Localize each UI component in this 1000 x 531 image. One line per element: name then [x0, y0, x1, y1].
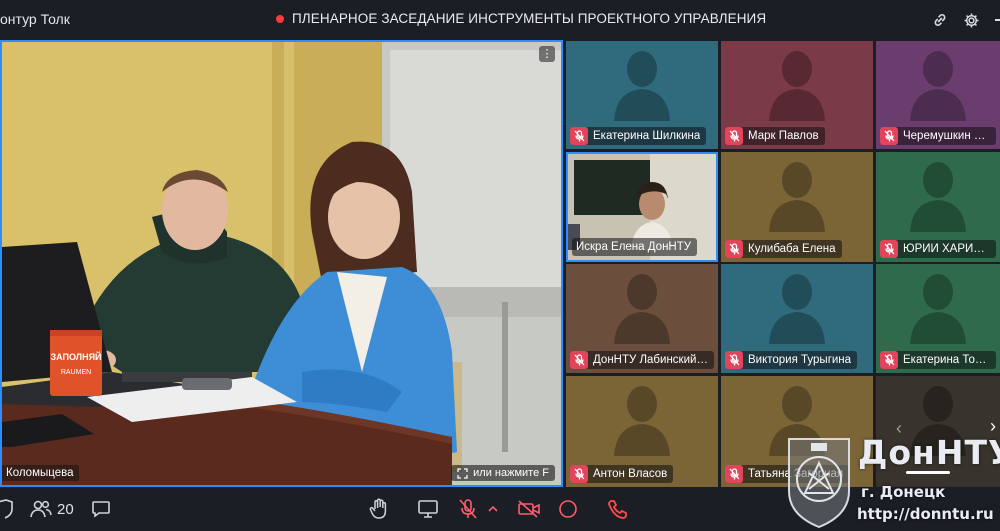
avatar-placeholder-icon [769, 274, 825, 344]
watermark-city: г. Донецк [861, 483, 946, 501]
participant-tile[interactable]: Черемушкин Егор [876, 41, 1000, 149]
microphone-off-icon [725, 127, 743, 145]
avatar-placeholder-icon [614, 386, 670, 456]
participant-label: ДонНТУ Лабинский ... [570, 351, 714, 369]
participant-name: Черемушкин Егор [903, 130, 990, 142]
raise-hand-icon [369, 498, 387, 519]
donntu-seal-logo [788, 438, 850, 529]
avatar-placeholder-icon [614, 51, 670, 121]
hang-up-icon [608, 500, 627, 519]
fullscreen-hint: или нажмите F [451, 465, 555, 481]
participant-name: ЮРИЙ ХАРИТОНОВ [903, 243, 990, 255]
participant-name: Екатерина Топалова [903, 354, 990, 366]
screen-share-icon [418, 500, 438, 518]
record-icon [559, 500, 577, 518]
main-video-tile[interactable]: ЗАПОЛНЯЙ RAUMEN ⋮ Коломыцева или нажмите… [0, 40, 563, 487]
participant-label: Екатерина Шилкина [570, 127, 707, 145]
meeting-title-group: ПЛЕНАРНОЕ ЗАСЕДАНИЕ ИНСТРУМЕНТЫ ПРОЕКТНО… [276, 11, 766, 26]
participant-tile[interactable]: Антон Власов [566, 376, 718, 487]
microphone-off-icon [570, 127, 588, 145]
app-name: онтур Толк [0, 11, 70, 27]
avatar-placeholder-icon [614, 274, 670, 344]
participant-name: ДонНТУ Лабинский ... [593, 354, 708, 366]
participant-label: ЮРИЙ ХАРИТОНОВ [880, 240, 996, 258]
main-participant-name: Коломыцева [2, 465, 80, 481]
participant-tile[interactable]: Марк Павлов [721, 41, 873, 149]
participant-label: Марк Павлов [725, 127, 825, 145]
participant-name: Екатерина Шилкина [593, 130, 701, 142]
participant-label: Кулибаба Елена [725, 240, 842, 258]
mug-text: ЗАПОЛНЯЙ [50, 351, 101, 362]
microphone-off-icon [570, 465, 588, 483]
screen-share-button[interactable] [417, 497, 439, 521]
participant-name: Кулибаба Елена [748, 243, 836, 255]
participant-name: Искра Елена ДонНТУ [576, 241, 692, 253]
participant-label: Искра Елена ДонНТУ [572, 238, 698, 256]
donntu-watermark: ДонНТУ г. Донецк http://donntu.ru [783, 431, 1000, 531]
avatar-placeholder-icon [910, 162, 966, 232]
raise-hand-button[interactable] [369, 497, 389, 521]
tile-menu-icon[interactable]: ⋮ [539, 46, 555, 62]
camera-button[interactable] [517, 497, 541, 521]
chevron-up-icon [488, 505, 498, 512]
audio-options-button[interactable] [488, 497, 498, 521]
microphone-off-icon [725, 351, 743, 369]
participant-label: Екатерина Топалова [880, 351, 996, 369]
participant-tile[interactable]: Екатерина Топалова [876, 264, 1000, 373]
avatar-placeholder-icon [910, 51, 966, 121]
microphone-off-icon [725, 240, 743, 258]
participant-name: Антон Власов [593, 468, 668, 480]
gear-icon[interactable] [961, 10, 981, 30]
more-icon[interactable] [990, 10, 1000, 30]
participant-tile[interactable]: Екатерина Шилкина [566, 41, 718, 149]
microphone-off-icon [880, 351, 898, 369]
participant-tile[interactable]: ДонНТУ Лабинский ... [566, 264, 718, 373]
avatar-placeholder-icon [910, 274, 966, 344]
participant-label: Антон Власов [570, 465, 674, 483]
hang-up-button[interactable] [606, 497, 630, 521]
shield-icon[interactable] [0, 497, 14, 521]
microphone-off-icon [570, 351, 588, 369]
meeting-title: ПЛЕНАРНОЕ ЗАСЕДАНИЕ ИНСТРУМЕНТЫ ПРОЕКТНО… [292, 11, 767, 26]
participant-label: Черемушкин Егор [880, 127, 996, 145]
microphone-button[interactable] [458, 497, 478, 521]
participant-tile[interactable]: ЮРИЙ ХАРИТОНОВ [876, 152, 1000, 262]
top-bar: онтур Толк ПЛЕНАРНОЕ ЗАСЕДАНИЕ ИНСТРУМЕН… [0, 0, 1000, 40]
fullscreen-hint-text: или нажмите F [473, 467, 549, 479]
microphone-off-icon [459, 499, 477, 519]
mug-subtext: RAUMEN [61, 369, 91, 376]
watermark-brand: ДонНТУ [858, 433, 1000, 472]
microphone-off-icon [880, 240, 898, 258]
participant-name: Марк Павлов [748, 130, 819, 142]
chat-icon [92, 501, 110, 518]
camera-off-icon [518, 500, 540, 518]
participant-tile[interactable]: Кулибаба Елена [721, 152, 873, 262]
participant-name: Виктория Турыгина [748, 354, 852, 366]
record-button[interactable] [557, 497, 579, 521]
microphone-off-icon [725, 465, 743, 483]
chat-button[interactable] [91, 497, 111, 521]
participant-label: Виктория Турыгина [725, 351, 858, 369]
participants-count: 20 [57, 500, 74, 518]
link-icon[interactable] [930, 10, 950, 30]
avatar-placeholder-icon [769, 51, 825, 121]
recording-indicator [276, 14, 284, 23]
main-video-feed: ЗАПОЛНЯЙ RAUMEN [2, 42, 561, 485]
participant-tile[interactable]: Виктория Турыгина [721, 264, 873, 373]
participant-tile[interactable]: Искра Елена ДонНТУ [566, 152, 718, 262]
participants-button[interactable]: 20 [30, 497, 74, 521]
microphone-off-icon [880, 127, 898, 145]
watermark-url: http://donntu.ru [857, 505, 994, 523]
fullscreen-icon [457, 467, 468, 479]
avatar-placeholder-icon [769, 162, 825, 232]
participants-icon [30, 500, 52, 518]
